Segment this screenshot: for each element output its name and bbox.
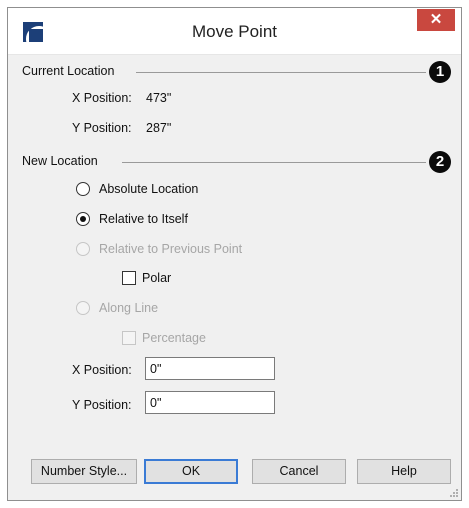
new-location-heading: New Location: [22, 154, 98, 168]
polar-checkbox[interactable]: [122, 271, 136, 285]
new-y-position-input[interactable]: [145, 391, 275, 414]
current-y-label: Y Position:: [72, 121, 132, 135]
title-bar: Move Point ✕: [8, 8, 461, 55]
current-y-value: 287": [146, 121, 172, 135]
along-line-radio[interactable]: [76, 301, 90, 315]
current-location-separator: [136, 72, 426, 73]
callout-marker-2: 2: [429, 151, 451, 173]
new-location-separator: [122, 162, 426, 163]
percentage-checkbox[interactable]: [122, 331, 136, 345]
cancel-button[interactable]: Cancel: [252, 459, 346, 484]
callout-marker-1: 1: [429, 61, 451, 83]
polar-label: Polar: [142, 271, 172, 285]
help-button[interactable]: Help: [357, 459, 451, 484]
move-point-dialog: Move Point ✕ Current Location 1 X Positi…: [7, 7, 462, 501]
absolute-location-label: Absolute Location: [99, 182, 199, 196]
current-x-label: X Position:: [72, 91, 132, 105]
ok-button[interactable]: OK: [144, 459, 238, 484]
percentage-label: Percentage: [142, 331, 206, 345]
current-x-value: 473": [146, 91, 172, 105]
absolute-location-radio[interactable]: [76, 182, 90, 196]
relative-to-itself-label: Relative to Itself: [99, 212, 188, 226]
number-style-button[interactable]: Number Style...: [31, 459, 137, 484]
close-button[interactable]: ✕: [417, 9, 455, 31]
current-location-heading: Current Location: [22, 64, 115, 78]
new-x-position-input[interactable]: [145, 357, 275, 380]
along-line-label: Along Line: [99, 301, 159, 315]
relative-to-previous-point-radio[interactable]: [76, 242, 90, 256]
relative-to-itself-radio[interactable]: [76, 212, 90, 226]
resize-grip-icon[interactable]: [449, 488, 459, 498]
new-x-label: X Position:: [72, 363, 132, 377]
relative-to-previous-point-label: Relative to Previous Point: [99, 242, 243, 256]
dialog-title: Move Point: [191, 22, 278, 41]
new-y-label: Y Position:: [72, 398, 132, 412]
